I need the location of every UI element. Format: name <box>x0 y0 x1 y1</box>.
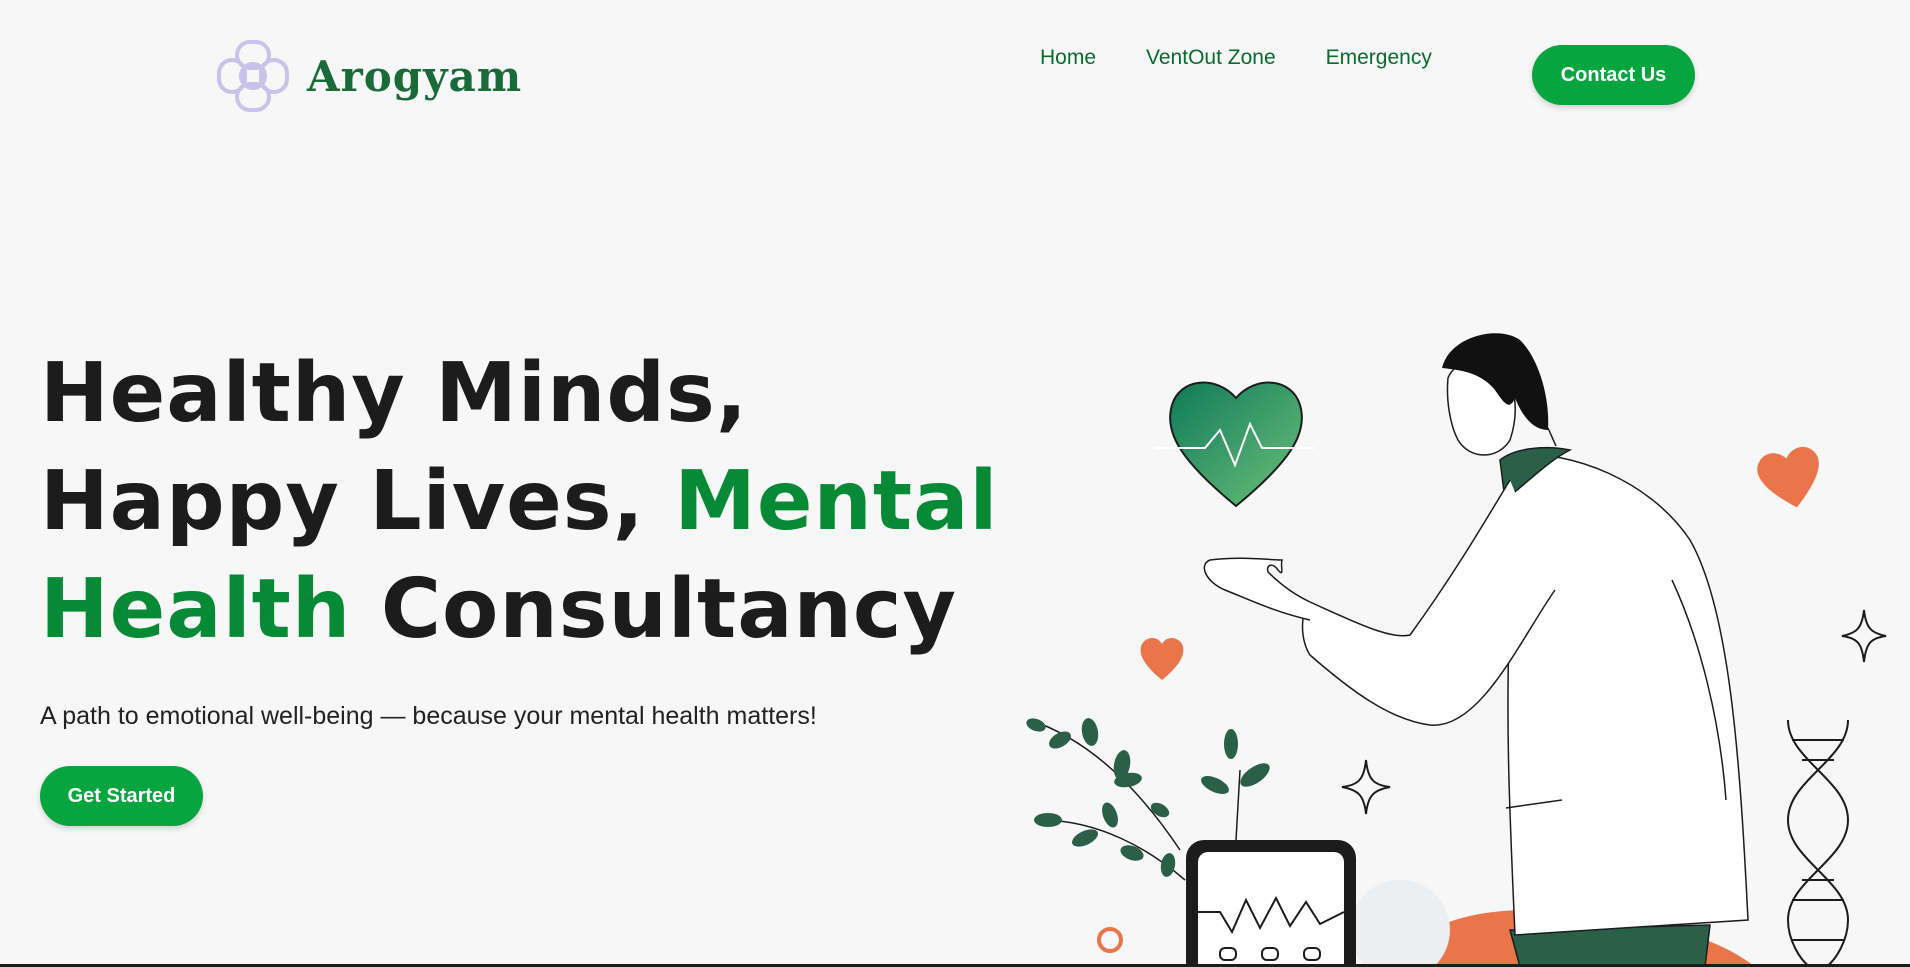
brand-logo[interactable]: Arogyam <box>213 36 522 116</box>
heart-pulse-icon <box>1155 381 1315 508</box>
ring-decoration-icon <box>1097 927 1123 953</box>
background-circle <box>1350 880 1450 967</box>
small-heart-icon <box>1140 638 1184 680</box>
headline-line-3: Consultancy <box>351 562 957 657</box>
doctor-illustration <box>1026 333 1887 967</box>
sparkle-icon <box>1841 609 1887 663</box>
get-started-button[interactable]: Get Started <box>40 766 203 826</box>
hero-section: Healthy Minds, Happy Lives, Mental Healt… <box>40 340 1000 826</box>
logo-icon <box>217 40 289 112</box>
headline-accent-health: Health <box>40 562 352 657</box>
headline-line-2: Happy Lives, <box>40 454 675 549</box>
contact-us-button[interactable]: Contact Us <box>1532 45 1695 105</box>
hero-headline: Healthy Minds, Happy Lives, Mental Healt… <box>40 340 1000 664</box>
small-heart-icon <box>1757 446 1819 508</box>
dna-icon <box>1786 719 1850 967</box>
nav-home[interactable]: Home <box>1040 46 1096 70</box>
main-nav: Home VentOut Zone Emergency <box>1040 46 1482 70</box>
headline-accent-mental: Mental <box>674 454 999 549</box>
site-header: Arogyam Home VentOut Zone Emergency Cont… <box>0 0 1910 150</box>
nav-emergency[interactable]: Emergency <box>1326 46 1432 70</box>
sparkle-icon <box>1341 759 1391 815</box>
nav-ventout-zone[interactable]: VentOut Zone <box>1146 46 1276 70</box>
brand-name: Arogyam <box>307 51 523 101</box>
heart-monitor-icon <box>1186 840 1356 967</box>
hero-subtitle: A path to emotional well-being — because… <box>40 702 817 730</box>
headline-line-1: Healthy Minds, <box>40 346 748 441</box>
